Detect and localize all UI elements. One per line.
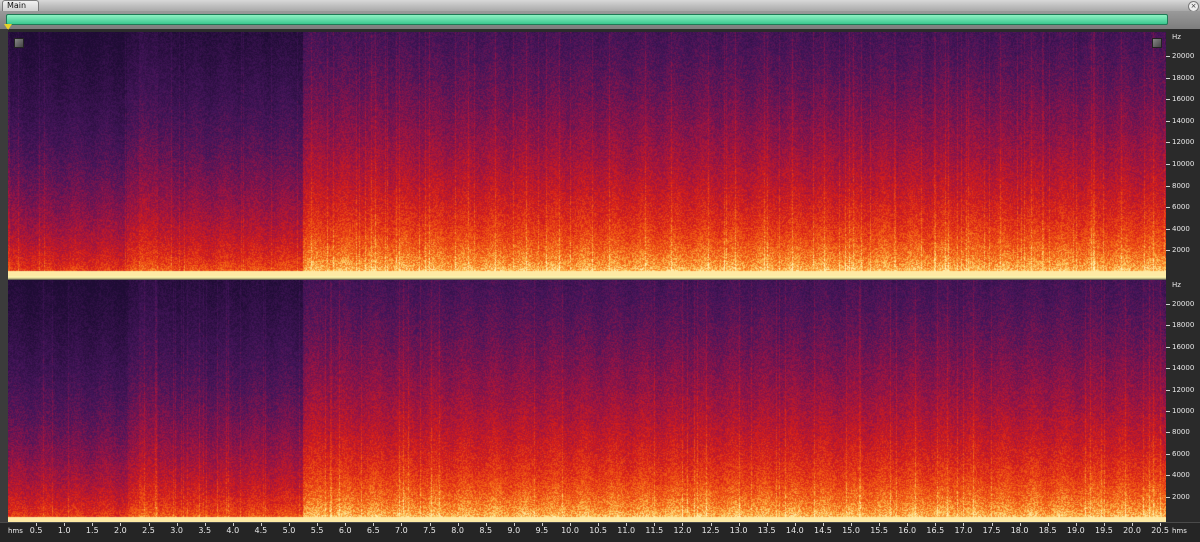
freq-bottom-label: 12000 xyxy=(1172,385,1195,394)
freq-top-label: 16000 xyxy=(1172,95,1195,104)
zoom-corner-left-icon[interactable] xyxy=(14,38,24,48)
freq-bottom-label: 16000 xyxy=(1172,342,1195,351)
time-label: 3.0 xyxy=(170,526,183,535)
freq-top-label: 20000 xyxy=(1172,52,1195,61)
tab-main-label: Main xyxy=(7,1,27,10)
freq-bottom-label: 2000 xyxy=(1172,492,1190,501)
time-label: 5.5 xyxy=(310,526,324,535)
freq-bottom-label: 8000 xyxy=(1172,428,1190,437)
freq-top-tick xyxy=(1166,228,1170,230)
freq-top-tick xyxy=(1166,207,1170,209)
freq-top-tick xyxy=(1166,120,1170,122)
freq-bottom-tick xyxy=(1166,453,1170,455)
overview-scrollbar[interactable] xyxy=(0,11,1200,29)
time-label: 9.5 xyxy=(535,526,549,535)
time-label: 20.5 xyxy=(1151,526,1169,535)
time-label: 9.0 xyxy=(507,526,521,535)
time-label: 8.5 xyxy=(479,526,493,535)
time-label: 12.5 xyxy=(701,526,720,535)
time-label: 11.0 xyxy=(617,526,636,535)
time-label: 6.5 xyxy=(366,526,380,535)
freq-top-label: 12000 xyxy=(1172,138,1195,147)
freq-top-label: 4000 xyxy=(1172,224,1190,233)
freq-top-tick xyxy=(1166,99,1170,101)
freq-bottom-label: 6000 xyxy=(1172,449,1190,458)
time-label: 15.5 xyxy=(870,526,888,535)
time-unit-left: hms xyxy=(8,527,23,535)
time-label: 10.5 xyxy=(589,526,607,535)
time-label: 1.5 xyxy=(85,526,99,535)
time-label: 11.5 xyxy=(645,526,664,535)
tab-main[interactable]: Main xyxy=(2,0,40,11)
time-label: 12.0 xyxy=(673,526,692,535)
time-label: 13.0 xyxy=(729,526,748,535)
freq-bottom-label: 10000 xyxy=(1172,406,1195,415)
time-label: 4.5 xyxy=(254,526,268,535)
freq-top-tick xyxy=(1166,250,1170,252)
freq-top-tick xyxy=(1166,185,1170,187)
freq-bottom-tick xyxy=(1166,475,1170,477)
freq-bottom-tick xyxy=(1166,432,1170,434)
freq-top-label: 8000 xyxy=(1172,181,1190,190)
freq-bottom-tick xyxy=(1166,389,1170,391)
time-label: 17.0 xyxy=(954,526,973,535)
freq-top-label: 6000 xyxy=(1172,203,1190,212)
freq-top-label: 2000 xyxy=(1172,246,1190,255)
time-label: 17.5 xyxy=(982,526,1001,535)
time-label: 5.0 xyxy=(282,526,296,535)
left-ruler xyxy=(0,29,8,527)
freq-bottom-tick xyxy=(1166,368,1170,370)
time-label: 19.5 xyxy=(1094,526,1113,535)
time-label: 8.0 xyxy=(451,526,464,535)
zoom-corner-right-icon[interactable] xyxy=(1152,38,1162,48)
spectrogram-canvas-right xyxy=(8,280,1166,522)
time-label: 19.0 xyxy=(1066,526,1085,535)
time-label: 13.5 xyxy=(757,526,776,535)
time-label: 18.0 xyxy=(1010,526,1029,535)
freq-top-label: 18000 xyxy=(1172,73,1195,82)
time-label: 7.5 xyxy=(423,526,436,535)
freq-bottom-tick xyxy=(1166,496,1170,498)
spectrogram-channel-right[interactable] xyxy=(8,280,1166,522)
freq-top-unit: Hz xyxy=(1172,33,1181,41)
freq-top-tick xyxy=(1166,56,1170,58)
freq-bottom-label: 14000 xyxy=(1172,364,1195,373)
scroll-thumb[interactable] xyxy=(6,14,1168,25)
time-label: 2.0 xyxy=(114,526,127,535)
time-label: 6.0 xyxy=(338,526,352,535)
time-label: 4.0 xyxy=(226,526,240,535)
time-label: 7.0 xyxy=(395,526,408,535)
freq-bottom-tick xyxy=(1166,410,1170,412)
freq-bottom-label: 4000 xyxy=(1172,471,1190,480)
freq-top-tick xyxy=(1166,164,1170,166)
time-label: 2.5 xyxy=(142,526,155,535)
freq-bottom-unit: Hz xyxy=(1172,281,1181,289)
time-label: 10.0 xyxy=(561,526,579,535)
time-label: 20.0 xyxy=(1123,526,1141,535)
time-label: 3.5 xyxy=(198,526,212,535)
time-label: 1.0 xyxy=(57,526,71,535)
time-label: 14.0 xyxy=(785,526,804,535)
freq-top-label: 10000 xyxy=(1172,160,1195,169)
time-label: 14.5 xyxy=(813,526,832,535)
freq-bottom-tick xyxy=(1166,325,1170,327)
time-label: 16.0 xyxy=(898,526,917,535)
time-label: 0.5 xyxy=(29,526,43,535)
freq-bottom-tick xyxy=(1166,303,1170,305)
freq-bottom-tick xyxy=(1166,346,1170,348)
spectrogram-channel-left[interactable] xyxy=(8,32,1166,276)
time-label: 16.5 xyxy=(926,526,945,535)
freq-top-label: 14000 xyxy=(1172,116,1195,125)
freq-top-tick xyxy=(1166,142,1170,144)
time-label: 15.0 xyxy=(842,526,860,535)
freq-bottom-label: 18000 xyxy=(1172,321,1195,330)
time-label: 18.5 xyxy=(1038,526,1057,535)
time-unit-right: hms xyxy=(1172,527,1187,535)
freq-bottom-label: 20000 xyxy=(1172,299,1195,308)
freq-top-tick xyxy=(1166,77,1170,79)
spectrogram-canvas-left xyxy=(8,32,1166,276)
